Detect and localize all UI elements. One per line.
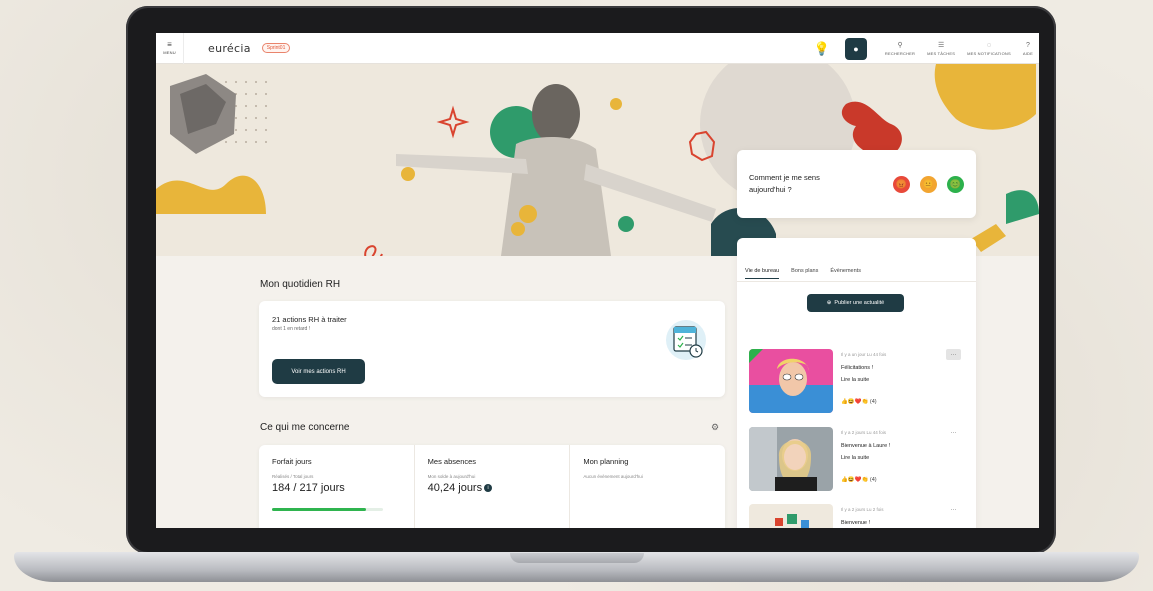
flat-days-value: 184 / 217 jours (272, 482, 345, 494)
post-meta: Il y a 2 jours Lu 44 fois (841, 430, 887, 435)
menu-button[interactable]: ≡ MENU (156, 33, 184, 64)
hamburger-icon: ≡ (167, 40, 172, 49)
post-title: Bienvenue ! (841, 520, 871, 526)
absences-value: 40,24 jours (427, 482, 483, 494)
menu-label: MENU (163, 50, 176, 55)
feed-post[interactable]: Il y a 2 jours Lu 2 fois Bienvenue ! ··· (749, 504, 969, 528)
help-icon: ? (1025, 42, 1030, 49)
tasks-label: MES TÂCHES (927, 51, 956, 56)
rh-section-title: Mon quotidien RH (260, 279, 341, 290)
publish-news-button[interactable]: ⊕ Publier une actualité (807, 294, 904, 312)
bell-icon: ◌ (986, 42, 992, 49)
post-reactions[interactable]: 👍😆❤️👏 (4) (841, 477, 877, 483)
feed-post[interactable]: Il y a 2 jours Lu 44 fois Bienvenue à La… (749, 427, 969, 493)
publish-label: Publier une actualité (834, 300, 885, 306)
post-meta: Il y a un jour Lu 44 fois (841, 352, 887, 357)
info-icon[interactable]: i (484, 484, 493, 493)
mood-faces: 😠 😐 😊 (893, 175, 964, 193)
plus-circle-icon: ⊕ (826, 300, 832, 306)
flat-days-title: Forfait jours (272, 457, 312, 466)
help-label: AIDE (1022, 51, 1033, 56)
planning-sub: Aucun évènement aujourd'hui (583, 474, 643, 479)
flat-days-widget[interactable]: Forfait jours Réalisés / Total jours 184… (259, 445, 415, 528)
calendar-icon (666, 320, 706, 360)
person-arm-left (396, 154, 528, 174)
topbar: ≡ MENU eurécia Sprint01 💡 ● ⚲ RECHERCHER… (156, 33, 1039, 64)
flower-green (618, 216, 634, 232)
flat-days-sub: Réalisés / Total jours (272, 474, 314, 479)
concern-card: Forfait jours Réalisés / Total jours 184… (259, 445, 725, 528)
squiggle-shape (364, 245, 383, 256)
flower-top (610, 98, 622, 110)
mood-question: Comment je me sens aujourd'hui ? (749, 173, 820, 194)
angry-face-icon[interactable]: 😠 (893, 175, 910, 193)
notifications-button[interactable]: ◌ MES NOTIFICATIONS (961, 33, 1017, 64)
laptop-notch (510, 553, 644, 563)
absences-widget[interactable]: Mes absences Mon solde à aujourd'hui 40,… (415, 445, 571, 528)
post-reactions[interactable]: 👍😆❤️👏 (4) (841, 399, 877, 405)
post-menu-icon[interactable]: ··· (946, 504, 961, 515)
help-button[interactable]: ? AIDE (1017, 33, 1039, 64)
post-title: Félicitations ! (841, 365, 874, 371)
flat-days-progress (272, 508, 383, 511)
tasks-icon: ☰ (937, 42, 945, 49)
green-blob-right (1006, 190, 1039, 224)
search-label: RECHERCHER (884, 51, 916, 56)
yellow-blob-left (156, 175, 266, 214)
star-shape (436, 105, 470, 139)
mood-card: Comment je me sens aujourd'hui ? 😠 😐 😊 (737, 150, 976, 218)
post-meta: Il y a 2 jours Lu 2 fois (841, 507, 884, 512)
person-head (532, 84, 580, 144)
tab-events[interactable]: Évènements (830, 268, 861, 279)
env-badge: Sprint01 (261, 43, 291, 53)
absences-title: Mes absences (427, 457, 477, 466)
rh-actions-title: 21 actions RH à traiter (272, 315, 347, 324)
tab-good-deals[interactable]: Bons plans (791, 268, 818, 279)
tab-office-life[interactable]: Vie de bureau (745, 268, 780, 279)
post-menu-icon[interactable]: ··· (946, 427, 961, 438)
notifications-label: MES NOTIFICATIONS (967, 51, 1011, 56)
tabs-divider (737, 281, 976, 282)
post-menu-icon[interactable]: ··· (946, 349, 961, 360)
happy-face-icon[interactable]: 😊 (947, 175, 964, 193)
view-rh-actions-button[interactable]: Voir mes actions RH (272, 359, 365, 384)
read-more-link[interactable]: Lire la suite (841, 377, 869, 383)
flower-yellow (519, 205, 537, 223)
feed-tabs: Vie de bureau Bons plans Évènements (745, 268, 861, 279)
post-image (749, 504, 833, 528)
rh-actions-sub: dont 1 en retard ! (272, 326, 311, 332)
lightbulb-icon[interactable]: 💡 (807, 41, 837, 57)
top-actions: 💡 ● ⚲ RECHERCHER ☰ MES TÂCHES ◌ MES NOTI… (807, 33, 1039, 64)
logo[interactable]: eurécia (208, 42, 251, 55)
flat-days-progress-fill (272, 508, 367, 511)
post-image (749, 349, 833, 413)
concern-section-title: Ce qui me concerne (260, 422, 350, 433)
rh-actions-card: 21 actions RH à traiter dont 1 en retard… (259, 301, 725, 397)
app-screen: ≡ MENU eurécia Sprint01 💡 ● ⚲ RECHERCHER… (156, 33, 1039, 528)
tasks-button[interactable]: ☰ MES TÂCHES (921, 33, 961, 64)
flower-yellow-2 (511, 222, 525, 236)
post-title: Bienvenue à Laure ! (841, 443, 891, 449)
feed-post[interactable]: Il y a un jour Lu 44 fois Félicitations … (749, 349, 969, 415)
yellow-blob-right (934, 64, 1036, 130)
target-icon: ● (853, 43, 859, 54)
yellow-stripe (971, 224, 1006, 252)
planning-widget[interactable]: Mon planning Aucun évènement aujourd'hui (570, 445, 725, 528)
feed-card: Vie de bureau Bons plans Évènements ⊕ Pu… (737, 238, 976, 528)
post-image (749, 427, 833, 491)
flower-left (401, 167, 415, 181)
quick-action-button[interactable]: ● (844, 37, 867, 60)
neutral-face-icon[interactable]: 😐 (920, 175, 937, 193)
absences-sub: Mon solde à aujourd'hui (427, 474, 476, 479)
settings-icon[interactable]: ⚙ (711, 422, 719, 433)
person-body (501, 137, 611, 256)
planning-title: Mon planning (583, 457, 629, 466)
absences-value-row: 40,24 jours i (428, 482, 557, 494)
read-more-link[interactable]: Lire la suite (841, 455, 869, 461)
search-button[interactable]: ⚲ RECHERCHER (879, 33, 921, 64)
search-icon: ⚲ (897, 42, 903, 49)
